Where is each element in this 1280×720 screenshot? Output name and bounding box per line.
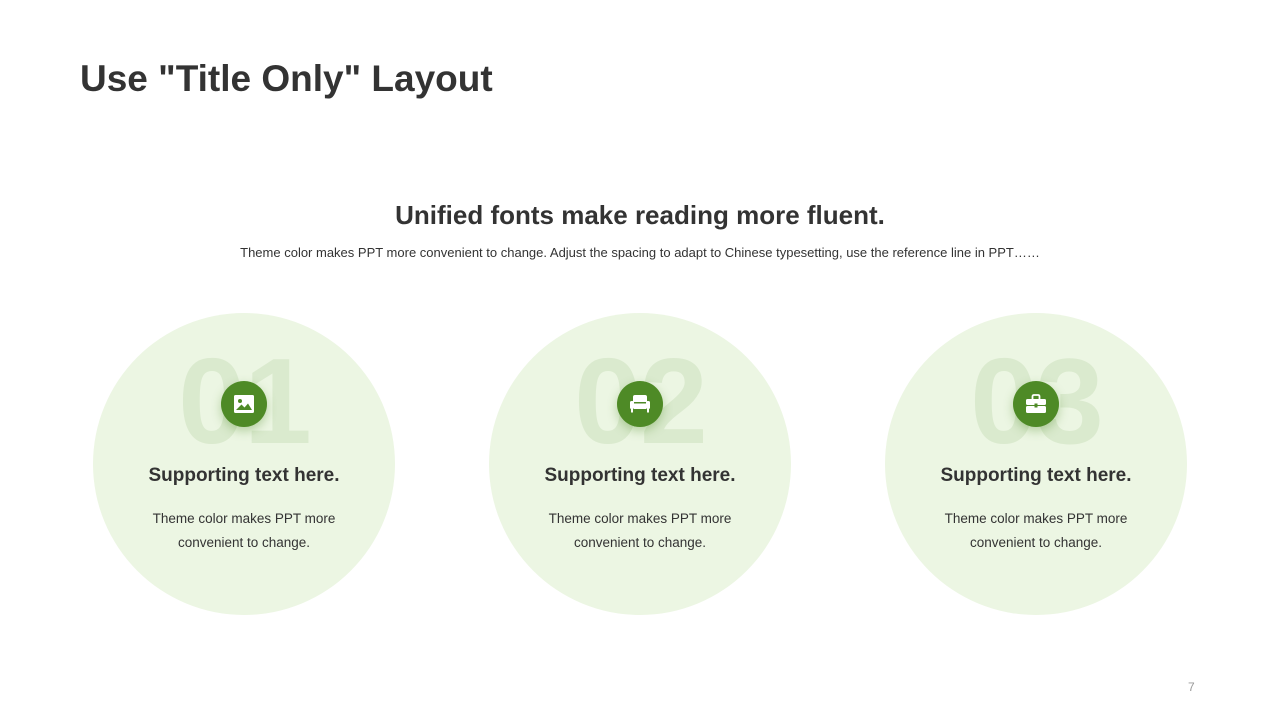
headline: Unified fonts make reading more fluent. xyxy=(395,200,885,230)
card-body: Theme color makes PPT more convenient to… xyxy=(548,511,732,550)
card-heading: Supporting text here. xyxy=(544,465,736,486)
feature-card-1: 01 Supporting text here. Theme color mak… xyxy=(93,313,395,615)
subline: Theme color makes PPT more convenient to… xyxy=(240,245,1040,260)
slide-title: Use "Title Only" Layout xyxy=(80,58,493,99)
card-body: Theme color makes PPT more convenient to… xyxy=(152,511,336,550)
page-number: 7 xyxy=(1188,680,1195,694)
feature-card-2: 02 Supporting text here. Theme color mak… xyxy=(489,313,791,615)
card-heading: Supporting text here. xyxy=(148,465,340,486)
sofa-icon xyxy=(617,381,663,427)
card-heading: Supporting text here. xyxy=(940,465,1132,486)
image-icon xyxy=(221,381,267,427)
feature-card-3: 03 Supporting text here. Theme color mak… xyxy=(885,313,1187,615)
briefcase-icon xyxy=(1013,381,1059,427)
card-body: Theme color makes PPT more convenient to… xyxy=(944,511,1128,550)
